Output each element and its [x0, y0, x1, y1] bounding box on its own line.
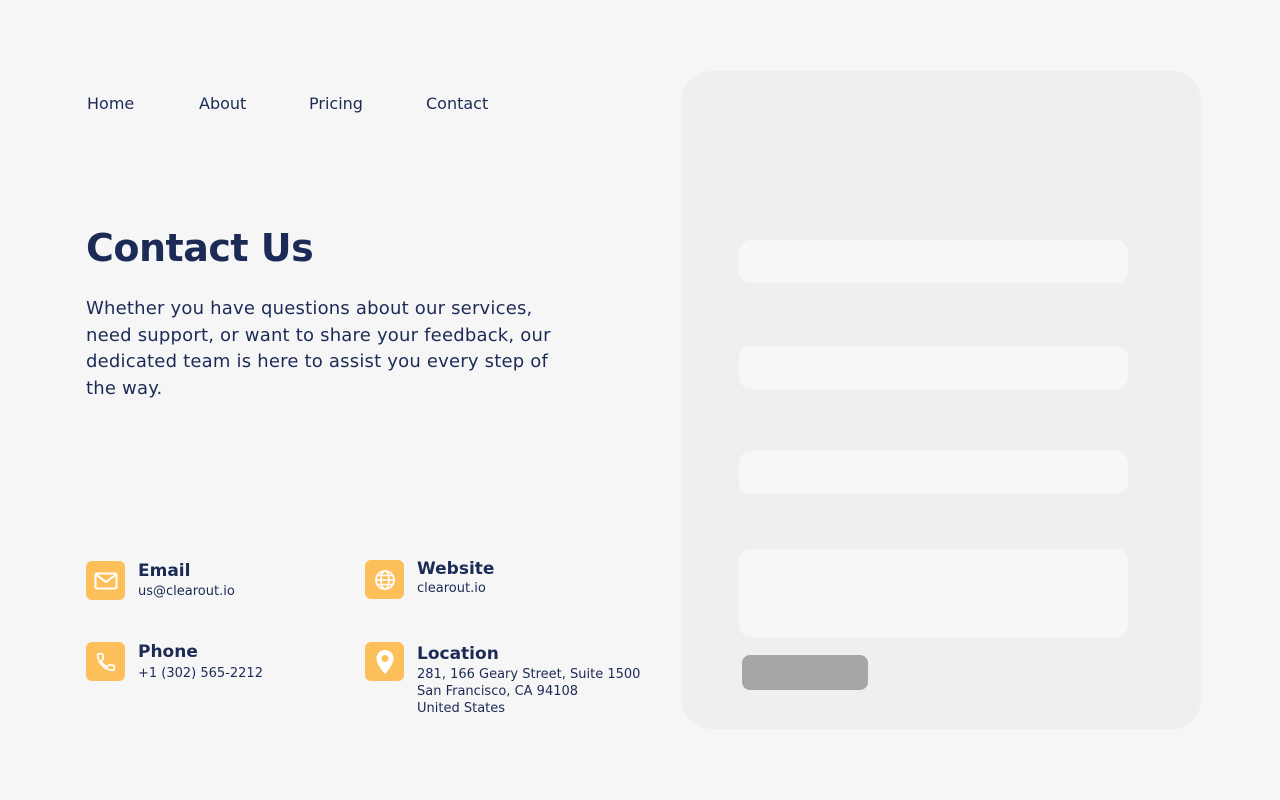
- phone-value[interactable]: +1 (302) 565-2212: [138, 665, 263, 682]
- website-label: Website: [417, 559, 495, 579]
- email-value[interactable]: us@clearout.io: [138, 583, 235, 600]
- page-description: Whether you have questions about our ser…: [86, 298, 551, 399]
- address-line-1: 281, 166 Geary Street, Suite 1500: [417, 667, 641, 682]
- nav-contact-link[interactable]: Contact: [426, 94, 488, 113]
- subject-input[interactable]: [739, 451, 1128, 494]
- website-value[interactable]: clearout.io: [417, 580, 486, 597]
- nav-about-link[interactable]: About: [199, 94, 246, 113]
- email-label: Email: [138, 561, 191, 581]
- contact-form-panel: [681, 71, 1201, 729]
- location-label: Location: [417, 644, 499, 664]
- message-textarea[interactable]: [739, 549, 1128, 637]
- nav-pricing-link[interactable]: Pricing: [309, 94, 363, 113]
- address-line-3: United States: [417, 701, 506, 716]
- phone-label: Phone: [138, 642, 198, 662]
- phone-icon: [86, 642, 125, 681]
- email-input[interactable]: [739, 346, 1128, 389]
- map-pin-icon: [365, 642, 404, 681]
- globe-icon: [365, 560, 404, 599]
- name-input[interactable]: [739, 240, 1128, 283]
- envelope-icon: [86, 561, 125, 600]
- nav-home-link[interactable]: Home: [87, 94, 134, 113]
- page-title: Contact Us: [86, 226, 314, 270]
- location-address: 281, 166 Geary Street, Suite 1500 San Fr…: [417, 666, 640, 717]
- submit-button[interactable]: [742, 655, 868, 690]
- address-line-2: San Francisco, CA 94108: [417, 684, 579, 699]
